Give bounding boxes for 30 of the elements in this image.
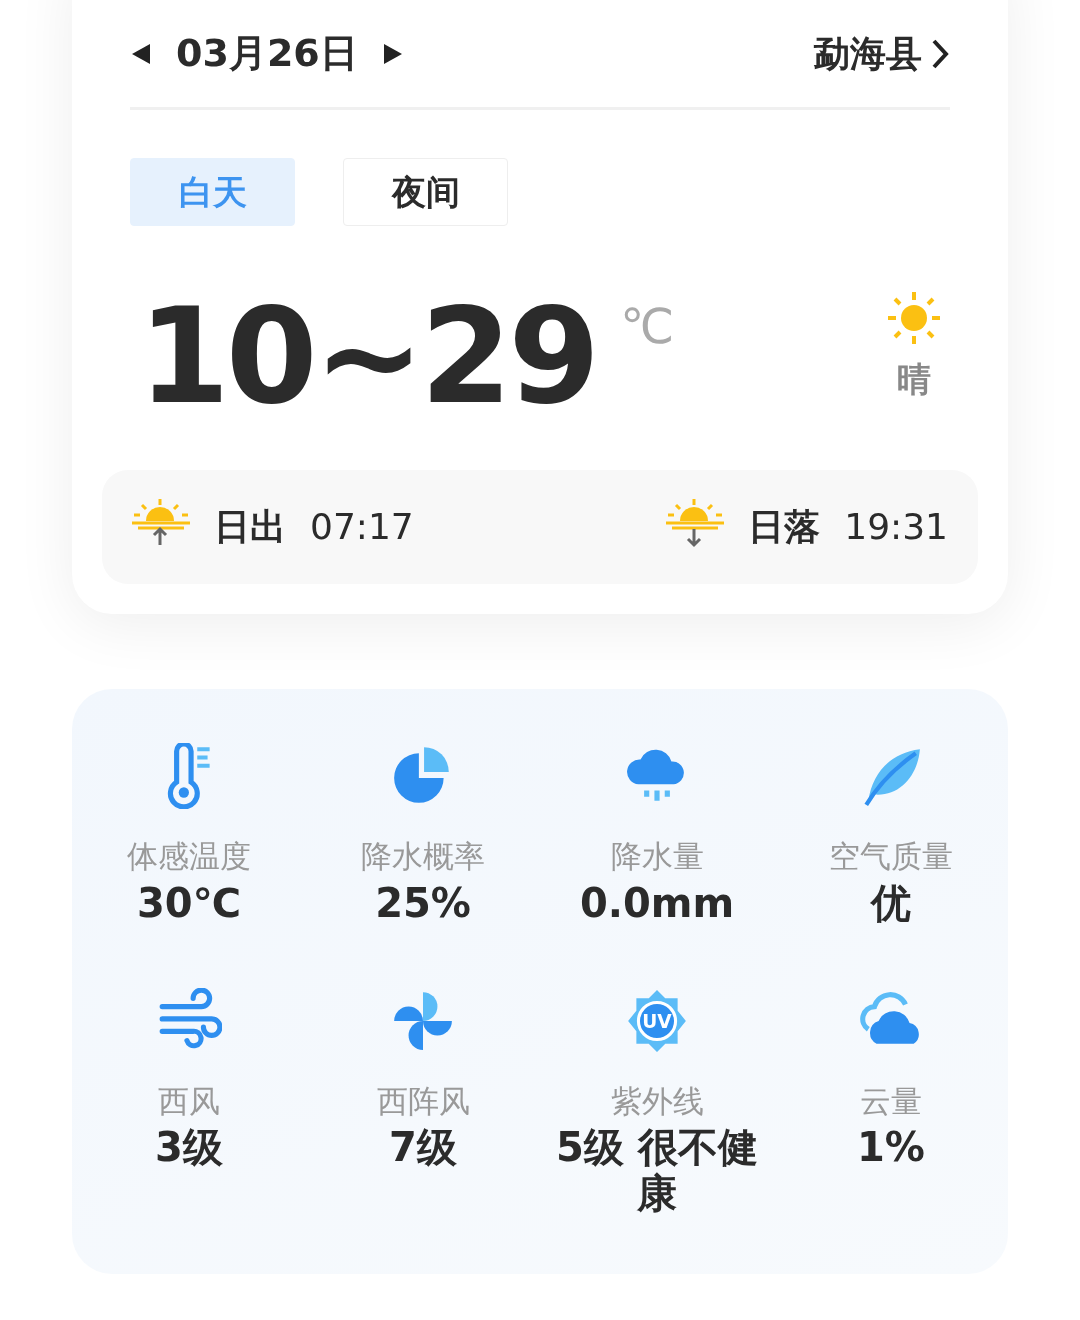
metric-label: 西阵风: [376, 1081, 470, 1121]
temperature-unit: ℃: [620, 297, 674, 356]
temperature-range: 10~29: [138, 290, 596, 422]
chevron-right-icon[interactable]: [930, 37, 950, 70]
location-text[interactable]: 勐海县: [814, 26, 922, 81]
metric-value: 优: [871, 879, 911, 926]
metric-value: 1%: [857, 1124, 925, 1170]
metric-value: 25%: [375, 879, 471, 926]
metric-label: 云量: [860, 1081, 922, 1121]
metric-label: 降水量: [610, 837, 704, 876]
sun-label: 日落: [748, 505, 821, 549]
previous-day-icon[interactable]: [130, 41, 152, 66]
sun-label: 日出: [214, 505, 286, 549]
sun-time: 07:17: [310, 505, 414, 549]
tab[interactable]: 夜间: [343, 158, 508, 226]
next-day-icon[interactable]: [381, 41, 404, 66]
metric-label: 西风: [158, 1081, 220, 1121]
metric-label: 体感温度: [127, 837, 251, 876]
date-text: 03月26日: [176, 30, 358, 77]
sun-icon: [886, 290, 942, 346]
metric-value: 30℃: [136, 879, 242, 926]
metric-value: 3级: [155, 1124, 223, 1170]
weather-condition: 晴: [897, 358, 931, 401]
metric-label: 降水概率: [361, 837, 485, 876]
metric-value: 7级: [389, 1124, 457, 1170]
metric-label: 紫外线: [610, 1081, 704, 1121]
metric-value: 0.0mm: [579, 879, 735, 926]
metric-value: 5级 很不健康: [555, 1124, 759, 1216]
sun-time: 19:31: [844, 505, 948, 549]
metric-label: 空气质量: [829, 837, 953, 876]
